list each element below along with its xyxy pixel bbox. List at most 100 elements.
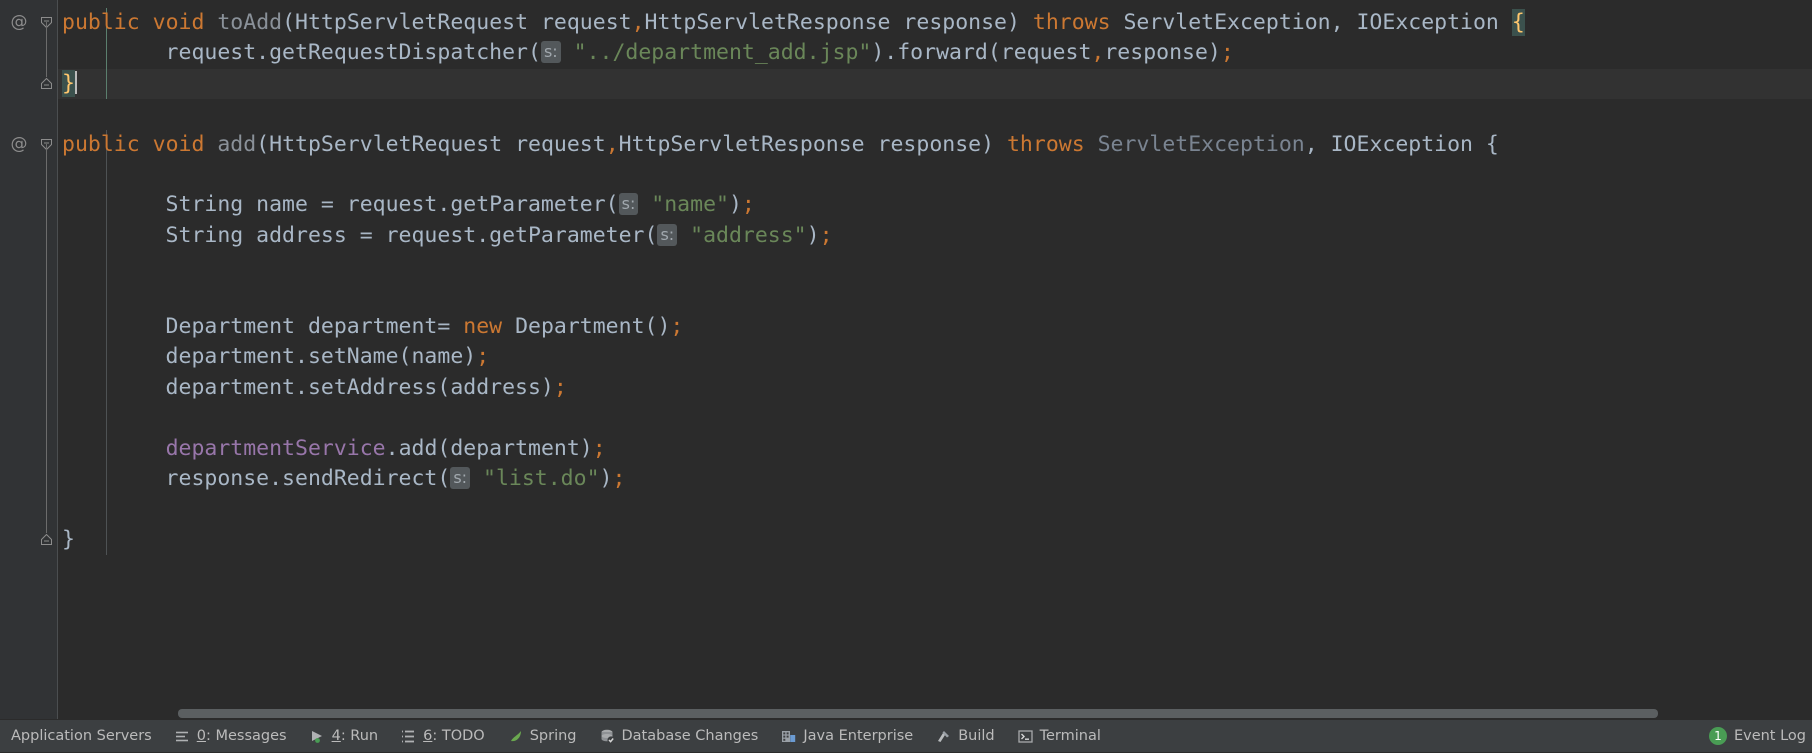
- java-enterprise-icon: [780, 728, 797, 745]
- code-line[interactable]: request.getRequestDispatcher(s: "../depa…: [62, 38, 1234, 68]
- tool-window-label: Build: [958, 727, 995, 744]
- code-line[interactable]: public void toAdd(HttpServletRequest req…: [62, 8, 1525, 38]
- code-line[interactable]: departmentService.add(department);: [62, 434, 606, 464]
- string-literal: "list.do": [483, 466, 600, 491]
- fold-region-line: [46, 143, 47, 533]
- ide-window: @ @ public void toAdd(HttpServletRequest …: [0, 0, 1812, 752]
- tool-window-button-application-servers[interactable]: Application Servers: [0, 720, 163, 753]
- keyword-token: new: [463, 314, 503, 339]
- tool-window-button-database-changes[interactable]: Database Changes: [588, 720, 770, 753]
- code-line[interactable]: public void add(HttpServletRequest reque…: [62, 130, 1499, 160]
- code-token: ).forward(request: [871, 40, 1092, 66]
- code-token: ,: [1091, 40, 1105, 66]
- fold-end-icon[interactable]: [40, 533, 53, 546]
- code-token: ;: [741, 192, 755, 218]
- messages-icon: [174, 728, 191, 745]
- tool-window-button-messages[interactable]: 0: Messages: [163, 720, 298, 753]
- keyword-token: throws: [1006, 131, 1085, 157]
- editor-horizontal-scrollbar[interactable]: [58, 707, 1812, 719]
- event-log-button[interactable]: 1 Event Log: [1708, 727, 1812, 745]
- code-token: response.sendRedirect(: [62, 466, 451, 491]
- tool-window-label: Database Changes: [621, 727, 759, 744]
- matched-brace: {: [1511, 9, 1525, 36]
- keyword-token: void: [152, 10, 205, 35]
- code-line[interactable]: Department department= new Department();: [62, 312, 684, 342]
- tool-window-button-terminal[interactable]: Terminal: [1006, 720, 1112, 753]
- code-line[interactable]: }: [62, 525, 75, 555]
- code-token: Department department=: [62, 314, 464, 339]
- code-token: ;: [819, 222, 833, 248]
- code-token: ServletException: [1097, 131, 1305, 157]
- string-literal: "address": [690, 222, 807, 248]
- matched-brace: }: [62, 69, 75, 97]
- todo-icon: [400, 728, 417, 745]
- parameter-hint: s:: [618, 193, 639, 216]
- tool-window-button-java-enterprise[interactable]: Java Enterprise: [769, 720, 924, 753]
- code-token: ): [599, 466, 613, 491]
- keyword-token: throws: [1032, 10, 1111, 35]
- tool-window-label: 0: Messages: [196, 727, 287, 744]
- code-token: (HttpServletRequest request: [256, 131, 606, 157]
- code-token: (HttpServletRequest request: [282, 10, 632, 35]
- mnemonic: 4: [331, 727, 341, 744]
- tool-window-button-run[interactable]: 4: Run: [298, 720, 390, 753]
- scrollbar-thumb[interactable]: [178, 709, 1658, 718]
- code-token: HttpServletResponse response): [618, 131, 1007, 157]
- tool-window-bar[interactable]: Application Servers 0: Messages 4: Run 6: T…: [0, 719, 1812, 752]
- parameter-hint: s:: [450, 467, 471, 489]
- tool-window-button-build[interactable]: Build: [924, 720, 1005, 753]
- tool-window-label: Terminal: [1039, 727, 1101, 744]
- string-literal: "../department_add.jsp": [573, 40, 872, 66]
- event-log-label: Event Log: [1733, 728, 1806, 744]
- gutter-annotation-icon[interactable]: @: [9, 12, 29, 32]
- event-log-badge: 1: [1708, 727, 1727, 745]
- gutter-annotation-icon[interactable]: @: [9, 134, 29, 154]
- code-line[interactable]: department.setAddress(address);: [62, 373, 567, 403]
- tool-window-label: Java Enterprise: [803, 727, 914, 744]
- code-token: ;: [553, 374, 567, 400]
- tool-window-button-todo[interactable]: 6: TODO: [389, 720, 496, 753]
- code-line[interactable]: response.sendRedirect(s: "list.do");: [62, 464, 626, 494]
- code-token: HttpServletResponse response): [644, 10, 1033, 35]
- code-editor[interactable]: @ @ public void toAdd(HttpServletRequest …: [0, 0, 1812, 719]
- mnemonic: 0: [196, 727, 206, 744]
- keyword-token: public: [62, 10, 140, 35]
- code-token: ;: [612, 466, 626, 491]
- tool-window-button-spring[interactable]: Spring: [496, 720, 588, 753]
- code-token: ServletException, IOException: [1110, 10, 1512, 35]
- tool-window-label: 6: TODO: [423, 727, 485, 744]
- parameter-hint: s:: [657, 223, 678, 246]
- code-token: request.getRequestDispatcher(: [62, 40, 541, 66]
- code-token: toAdd: [217, 10, 283, 35]
- code-token: ,: [631, 10, 645, 35]
- code-line[interactable]: String name = request.getParameter(s: "n…: [62, 190, 755, 220]
- code-token: ;: [476, 344, 490, 370]
- fold-region-line: [46, 22, 47, 77]
- spring-icon: [507, 728, 524, 745]
- code-token: ;: [592, 435, 606, 461]
- code-token: ;: [1220, 40, 1234, 66]
- code-viewport[interactable]: public void toAdd(HttpServletRequest req…: [58, 0, 1812, 719]
- editor-gutter[interactable]: @ @: [0, 0, 58, 719]
- code-line[interactable]: department.setName(name);: [62, 342, 490, 372]
- code-token: ,: [605, 131, 619, 157]
- code-token: ): [728, 192, 742, 218]
- keyword-token: public: [62, 131, 140, 157]
- code-line[interactable]: String address = request.getParameter(s:…: [62, 221, 833, 251]
- code-token: String address = request.getParameter(: [62, 222, 658, 248]
- parameter-hint: s:: [540, 41, 561, 64]
- code-line[interactable]: }: [62, 69, 77, 99]
- mnemonic: 6: [423, 727, 433, 744]
- code-token: }: [62, 526, 75, 552]
- code-token: Department(): [502, 314, 671, 339]
- fold-end-icon[interactable]: [40, 77, 53, 90]
- code-token: department.setAddress(address): [62, 374, 554, 400]
